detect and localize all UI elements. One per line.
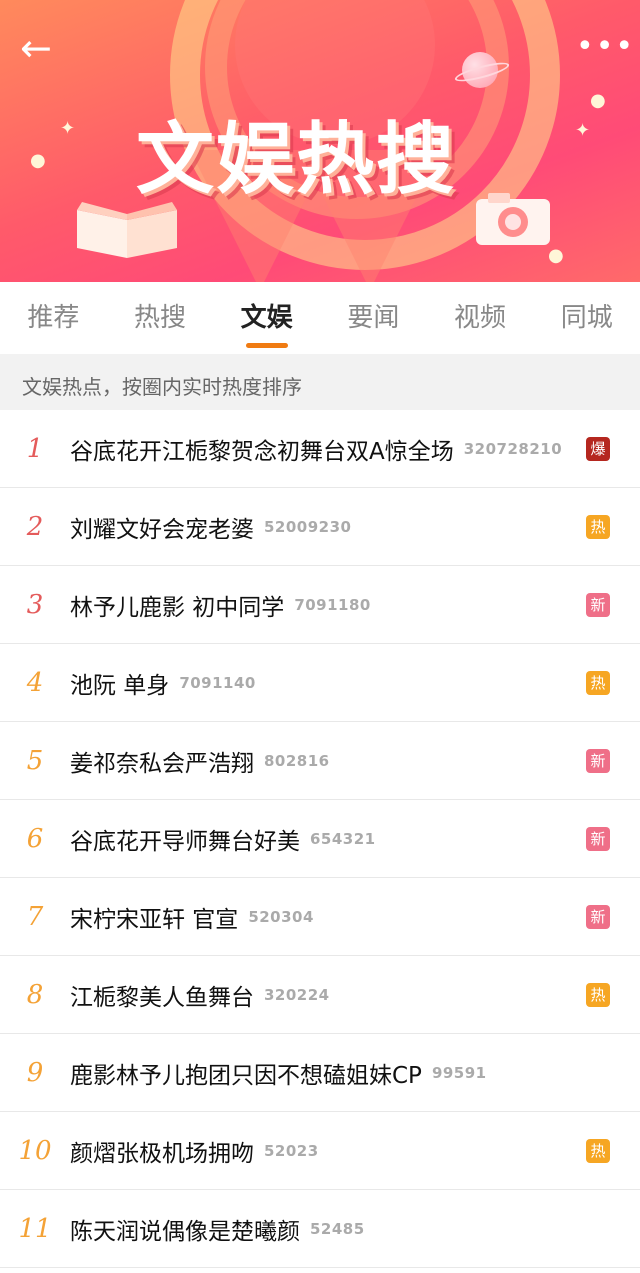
list-item[interactable]: 10 颜熠张极机场拥吻 52023 热: [0, 1112, 640, 1190]
sparkle-icon: ✦: [60, 118, 76, 139]
sparkle-icon: ●: [30, 150, 46, 171]
status-badge: 爆: [586, 437, 610, 461]
sparkle-icon: ✦: [575, 120, 591, 141]
topic-content: 姜祁奈私会严浩翔 802816: [70, 722, 580, 800]
list-item[interactable]: 9 鹿影林予儿抱团只因不想磕姐妹CP 99591: [0, 1034, 640, 1112]
topic-title[interactable]: 江栀黎美人鱼舞台: [70, 978, 254, 1012]
topic-content: 宋柠宋亚轩 官宣 520304: [70, 878, 580, 956]
heat-count: 520304: [248, 908, 314, 926]
heat-count: 52485: [310, 1220, 365, 1238]
topic-content: 颜熠张极机场拥吻 52023: [70, 1112, 580, 1190]
category-tabs: 推荐 热搜 文娱 要闻 视频 同城: [0, 282, 640, 354]
heat-count: 654321: [310, 830, 376, 848]
sparkle-icon: ●: [590, 90, 606, 111]
status-badge: 新: [586, 827, 610, 851]
topic-title[interactable]: 陈天润说偶像是楚曦颜: [70, 1212, 300, 1246]
topic-title[interactable]: 谷底花开江栀黎贺念初舞台双A惊全场: [70, 432, 454, 466]
topic-content: 林予儿鹿影 初中同学 7091180: [70, 566, 580, 644]
topic-title[interactable]: 刘耀文好会宠老婆: [70, 510, 254, 544]
header-banner: ● ✦ ✦ ● ● ← ••• 文娱热搜: [0, 0, 640, 282]
list-item[interactable]: 4 池阮 单身 7091140 热: [0, 644, 640, 722]
rank-number: 6: [26, 824, 44, 854]
topic-content: 刘耀文好会宠老婆 52009230: [70, 488, 580, 566]
topic-content: 池阮 单身 7091140: [70, 644, 580, 722]
topic-title[interactable]: 池阮 单身: [70, 666, 169, 700]
rank-number: 7: [26, 902, 44, 932]
heat-count: 99591: [431, 1064, 487, 1082]
list-item[interactable]: 1 谷底花开江栀黎贺念初舞台双A惊全场 320728210 爆: [0, 410, 640, 488]
list-item[interactable]: 3 林予儿鹿影 初中同学 7091180 新: [0, 566, 640, 644]
list-description: 文娱热点，按圈内实时热度排序: [0, 354, 640, 410]
rank-number: 10: [18, 1136, 52, 1166]
topic-title[interactable]: 宋柠宋亚轩 官宣: [70, 900, 238, 934]
tab-entertainment[interactable]: 文娱: [213, 282, 320, 354]
tab-hot-search[interactable]: 热搜: [107, 282, 214, 354]
status-badge: 新: [586, 593, 610, 617]
tab-recommend[interactable]: 推荐: [0, 282, 107, 354]
rank-number: 1: [26, 434, 44, 464]
heat-count: 7091140: [179, 674, 256, 692]
heat-count: 52023: [264, 1142, 319, 1160]
list-item[interactable]: 11 陈天润说偶像是楚曦颜 52485: [0, 1190, 640, 1268]
trending-list: 1 谷底花开江栀黎贺念初舞台双A惊全场 320728210 爆 2 刘耀文好会宠老婆 520…: [0, 410, 640, 1268]
status-badge: 新: [586, 905, 610, 929]
heat-count: 320224: [264, 986, 330, 1004]
list-item[interactable]: 6 谷底花开导师舞台好美 654321 新: [0, 800, 640, 878]
heat-count: 802816: [264, 752, 330, 770]
topic-title[interactable]: 姜祁奈私会严浩翔: [70, 744, 254, 778]
rank-number: 9: [26, 1058, 44, 1088]
rank-number: 3: [26, 590, 44, 620]
tab-video[interactable]: 视频: [427, 282, 534, 354]
list-item[interactable]: 5 姜祁奈私会严浩翔 802816 新: [0, 722, 640, 800]
back-arrow-icon[interactable]: ←: [20, 29, 64, 67]
status-badge: 新: [586, 749, 610, 773]
list-item[interactable]: 8 江栀黎美人鱼舞台 320224 热: [0, 956, 640, 1034]
status-badge: 热: [586, 1139, 610, 1163]
list-item[interactable]: 7 宋柠宋亚轩 官宣 520304 新: [0, 878, 640, 956]
topic-title[interactable]: 谷底花开导师舞台好美: [70, 822, 300, 856]
rank-number: 11: [18, 1214, 52, 1244]
status-badge: 热: [586, 983, 610, 1007]
planet-icon: [462, 52, 498, 88]
topic-content: 陈天润说偶像是楚曦颜 52485: [70, 1190, 580, 1268]
heat-count: 52009230: [264, 518, 352, 536]
topic-title[interactable]: 林予儿鹿影 初中同学: [70, 588, 284, 622]
topic-content: 谷底花开江栀黎贺念初舞台双A惊全场 320728210: [70, 410, 580, 488]
status-badge: 热: [586, 515, 610, 539]
heat-count: 7091180: [294, 596, 371, 614]
more-options-icon[interactable]: •••: [576, 32, 633, 62]
rank-number: 4: [26, 668, 44, 698]
topic-title[interactable]: 鹿影林予儿抱团只因不想磕姐妹CP: [70, 1056, 422, 1090]
tab-news[interactable]: 要闻: [320, 282, 427, 354]
tab-local[interactable]: 同城: [533, 282, 640, 354]
rank-number: 8: [26, 980, 44, 1010]
topic-title[interactable]: 颜熠张极机场拥吻: [70, 1134, 254, 1168]
topic-content: 江栀黎美人鱼舞台 320224: [70, 956, 580, 1034]
list-item[interactable]: 2 刘耀文好会宠老婆 52009230 热: [0, 488, 640, 566]
heat-count: 320728210: [463, 440, 563, 458]
rank-number: 2: [26, 512, 44, 542]
page-title: 文娱热搜: [136, 115, 457, 205]
rank-number: 5: [26, 746, 44, 776]
status-badge: 热: [586, 671, 610, 695]
topic-content: 鹿影林予儿抱团只因不想磕姐妹CP 99591: [70, 1034, 580, 1112]
topic-content: 谷底花开导师舞台好美 654321: [70, 800, 580, 878]
